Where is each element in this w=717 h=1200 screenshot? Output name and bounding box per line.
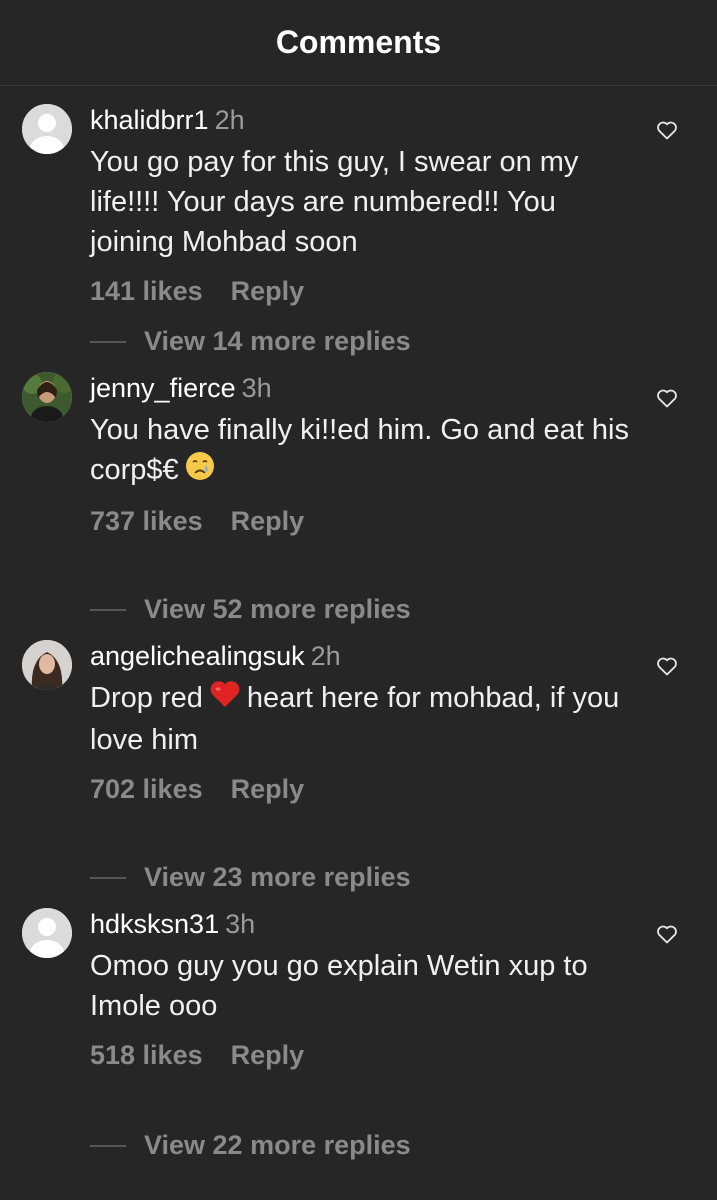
reply-button[interactable]: Reply	[231, 276, 305, 306]
reply-button[interactable]: Reply	[231, 1040, 305, 1070]
comment-item: angelichealingsuk 2h Drop red heart here …	[0, 622, 717, 893]
page-title: Comments	[275, 24, 442, 60]
likes-count[interactable]: 702 likes	[90, 774, 203, 804]
user-photo-avatar[interactable]	[22, 372, 72, 422]
comment-username[interactable]: angelichealingsuk	[90, 641, 305, 671]
likes-count[interactable]: 141 likes	[90, 276, 203, 306]
comment-item: jenny_fierce 3h You have finally ki!!ed h…	[0, 354, 717, 625]
likes-count[interactable]: 737 likes	[90, 506, 203, 536]
like-heart-icon[interactable]	[655, 922, 679, 946]
divider-line	[90, 340, 126, 343]
view-more-replies-button[interactable]: View 23 more replies	[90, 862, 411, 893]
default-avatar-icon[interactable]	[22, 908, 72, 958]
likes-count[interactable]: 518 likes	[90, 1040, 203, 1070]
comment-time: 2h	[310, 641, 341, 671]
view-more-replies-button[interactable]: View 22 more replies	[90, 1130, 411, 1161]
like-heart-icon[interactable]	[655, 654, 679, 678]
comment-text: Omoo guy you go explain Wetin xup to Imo…	[90, 950, 588, 1022]
comment-text-content: Drop red	[90, 682, 203, 714]
reply-button[interactable]: Reply	[231, 774, 305, 804]
comment-text: You have finally ki!!ed him. Go and eat …	[90, 410, 630, 492]
view-more-replies-button[interactable]: View 52 more replies	[90, 594, 411, 625]
like-heart-icon[interactable]	[655, 118, 679, 142]
comment-time: 3h	[225, 909, 256, 939]
view-replies-label: View 14 more replies	[144, 326, 411, 356]
comment-time: 3h	[241, 373, 272, 403]
crying-face-emoji	[185, 451, 215, 492]
comment-time: 2h	[214, 105, 245, 135]
view-more-replies-button[interactable]: View 14 more replies	[90, 326, 411, 357]
user-photo-avatar[interactable]	[22, 640, 72, 690]
divider-line	[90, 1144, 126, 1147]
divider-line	[90, 876, 126, 879]
comment-text: Drop red heart here for mohbad, if you l…	[90, 678, 630, 760]
comment-username[interactable]: khalidbrr1	[90, 105, 209, 135]
reply-button[interactable]: Reply	[231, 506, 305, 536]
comment-item: hdksksn31 3h Omoo guy you go explain Weti…	[0, 890, 717, 1161]
like-heart-icon[interactable]	[655, 386, 679, 410]
comment-text-content: You have finally ki!!ed him. Go and eat …	[90, 414, 629, 486]
view-replies-label: View 23 more replies	[144, 862, 411, 892]
comment-text: You go pay for this guy, I swear on my l…	[90, 146, 579, 258]
comment-username[interactable]: hdksksn31	[90, 909, 219, 939]
comments-header: Comments	[0, 0, 717, 86]
view-replies-label: View 22 more replies	[144, 1130, 411, 1160]
view-replies-label: View 52 more replies	[144, 594, 411, 624]
comment-username[interactable]: jenny_fierce	[90, 373, 236, 403]
red-heart-emoji	[209, 679, 241, 720]
divider-line	[90, 608, 126, 611]
default-avatar-icon[interactable]	[22, 104, 72, 154]
comment-item: khalidbrr1 2h You go pay for this guy, I …	[0, 86, 717, 357]
